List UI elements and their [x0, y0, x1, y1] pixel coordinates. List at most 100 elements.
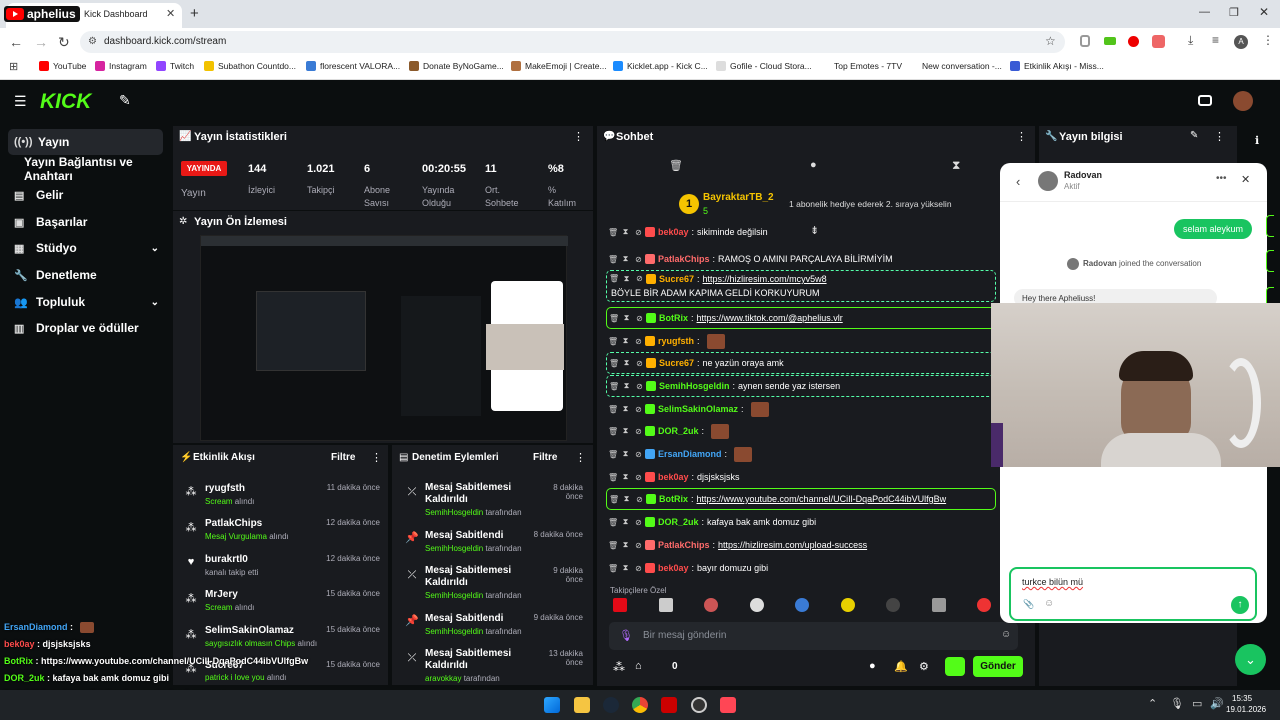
- delete-message-icon[interactable]: 🗑: [608, 337, 618, 346]
- chat-username[interactable]: SelimSakinOlamaz: [658, 404, 738, 414]
- treasure-icon[interactable]: ⌂: [635, 660, 642, 672]
- send-arrow-icon[interactable]: ↑: [1231, 596, 1249, 614]
- profile-avatar[interactable]: A: [1234, 35, 1248, 49]
- activity-user[interactable]: MrJery: [205, 589, 238, 600]
- chat-username[interactable]: BotRix: [659, 313, 688, 323]
- chat-username[interactable]: DOR_2uk: [658, 426, 699, 436]
- activity-user[interactable]: ryugfsth: [205, 483, 245, 494]
- timeout-icon[interactable]: ⧗: [621, 517, 630, 527]
- delete-message-icon[interactable]: 🗑: [609, 314, 619, 323]
- emote[interactable]: [840, 598, 855, 612]
- file-explorer-icon[interactable]: [574, 697, 590, 713]
- activity-menu-icon[interactable]: ⋮: [371, 451, 382, 464]
- delete-message-icon[interactable]: 🗑: [609, 359, 619, 368]
- ban-icon[interactable]: ⊘: [634, 450, 643, 459]
- mic-tray-icon[interactable]: 🎙: [1170, 697, 1184, 710]
- chat-link[interactable]: https://hizliresim.com/upload-success: [718, 540, 867, 550]
- chat-message[interactable]: 🗑 ⧗ ⊘ bek0ay: sikiminde değilsin: [606, 226, 996, 238]
- delete-message-icon[interactable]: 🗑: [608, 473, 618, 482]
- ban-icon[interactable]: ⊘: [635, 495, 644, 504]
- kick-logo[interactable]: KICK: [40, 90, 91, 114]
- chat-message[interactable]: 🗑 ⧗ ⊘ Sucre67: ne yazün oraya amk: [606, 352, 996, 374]
- stream-preview-video[interactable]: [200, 235, 568, 441]
- kick-bot-icon[interactable]: [945, 657, 965, 676]
- points-icon[interactable]: ⁂: [613, 660, 625, 674]
- messenger-toggle-button[interactable]: ⌄: [1235, 644, 1266, 675]
- chat-username[interactable]: Sucre67: [659, 274, 694, 284]
- studio-mode-icon[interactable]: [1198, 95, 1212, 106]
- ban-icon[interactable]: ⊘: [635, 314, 644, 323]
- extension-icon-2[interactable]: [1152, 35, 1165, 48]
- delete-message-icon[interactable]: 🗑: [608, 228, 618, 237]
- ban-icon[interactable]: ⊘: [634, 518, 643, 527]
- delete-message-icon[interactable]: 🗑: [608, 518, 618, 527]
- sidebar-item-studyo[interactable]: ▦ Stüdyo ⌄: [8, 235, 163, 261]
- minimize-icon[interactable]: —: [1199, 6, 1210, 18]
- emote[interactable]: [886, 598, 900, 612]
- timeout-icon[interactable]: ⧗: [621, 563, 630, 573]
- download-icon[interactable]: ⤓: [1188, 33, 1193, 48]
- bookmark-kicklet[interactable]: Kicklet.app - Kick C...: [613, 61, 708, 71]
- sidebar-item-topluluk[interactable]: 👥 Topluluk ⌄: [8, 289, 163, 315]
- modlog-filter-button[interactable]: Filtre: [533, 452, 557, 463]
- ban-icon[interactable]: ⊘: [634, 255, 643, 264]
- chat-username[interactable]: ErsanDiamond: [658, 449, 722, 459]
- chat-username[interactable]: bek0ay: [658, 472, 689, 482]
- chat-username[interactable]: ryugfsth: [658, 336, 694, 346]
- emote[interactable]: [704, 598, 718, 612]
- timeout-icon[interactable]: ⧗: [621, 404, 630, 414]
- bookmark-florescent[interactable]: florescent VALORA...: [306, 61, 400, 71]
- timeout-icon[interactable]: ⧗: [622, 313, 631, 323]
- chat-username[interactable]: DOR_2uk: [658, 517, 699, 527]
- more-icon[interactable]: •••: [1216, 173, 1227, 184]
- modlog-menu-icon[interactable]: ⋮: [575, 451, 586, 464]
- chat-message[interactable]: 🗑 ⧗ ⊘ PatlakChips: https://hizliresim.com/up…: [606, 534, 996, 556]
- timeout-icon[interactable]: ⧗: [621, 426, 630, 436]
- activity-user[interactable]: PatlakChips: [205, 518, 262, 529]
- streaminfo-menu-icon[interactable]: ⋮: [1214, 130, 1225, 143]
- chat-message[interactable]: 🗑 ⧗ ⊘ bek0ay: bayır domuzu gibi: [606, 557, 996, 579]
- emote[interactable]: [977, 598, 991, 612]
- info-icon[interactable]: ℹ: [1255, 134, 1259, 147]
- timeout-icon[interactable]: ⧗: [622, 381, 631, 391]
- chat-link[interactable]: https://hizliresim.com/mcyv5w8: [703, 274, 827, 284]
- bookmark-7tv[interactable]: Top Emotes - 7TV: [820, 61, 902, 71]
- ban-icon[interactable]: ⊘: [634, 541, 643, 550]
- shield-extension-icon[interactable]: [1080, 35, 1090, 47]
- emoji-icon[interactable]: ☺: [1001, 629, 1011, 640]
- extension-icon[interactable]: [1104, 37, 1116, 45]
- emoji-icon[interactable]: ☺: [1044, 598, 1054, 609]
- hamburger-menu-icon[interactable]: ☰: [14, 93, 27, 110]
- bookmark-etkinlik[interactable]: Etkinlik Akışı - Miss...: [1010, 61, 1104, 71]
- obs-icon[interactable]: [691, 697, 707, 713]
- apps-grid-icon[interactable]: ⊞: [9, 60, 18, 73]
- extensions-menu-icon[interactable]: ≡: [1212, 33, 1219, 47]
- activity-user[interactable]: SelimSakinOlamaz: [205, 625, 294, 636]
- chat-username[interactable]: Sucre67: [659, 358, 694, 368]
- sidebar-item-yayin[interactable]: ((•)) Yayın: [8, 129, 163, 155]
- chat-settings-bubble-icon[interactable]: ●: [869, 660, 876, 672]
- timeout-icon[interactable]: ⧗: [622, 274, 631, 284]
- chat-filter-icon[interactable]: ●: [810, 159, 817, 171]
- chat-message[interactable]: 🗑 ⧗ ⊘ DOR_2uk:: [606, 420, 996, 442]
- chat-username[interactable]: bek0ay: [658, 227, 689, 237]
- back-chevron-icon[interactable]: ‹: [1016, 174, 1020, 189]
- timeout-icon[interactable]: ⧗: [622, 494, 631, 504]
- emote[interactable]: [613, 598, 627, 612]
- delete-message-icon[interactable]: 🗑: [609, 495, 619, 504]
- chat-username[interactable]: SemihHosgeldin: [659, 381, 730, 391]
- delete-message-icon[interactable]: 🗑: [608, 450, 618, 459]
- message-input[interactable]: turkce bilün mü 📎 ☺ ↑: [1009, 567, 1257, 621]
- chevron-up-icon[interactable]: ⌃: [1148, 697, 1157, 710]
- timeout-icon[interactable]: ⧗: [621, 472, 630, 482]
- delete-message-icon[interactable]: 🗑: [609, 274, 619, 283]
- activity-filter-button[interactable]: Filtre: [331, 452, 355, 463]
- chat-username[interactable]: PatlakChips: [658, 540, 710, 550]
- bell-icon[interactable]: 🔔: [894, 660, 908, 673]
- mic-icon[interactable]: 🎙: [619, 629, 633, 642]
- timeout-icon[interactable]: ⧗: [622, 358, 631, 368]
- timeout-icon[interactable]: ⧗: [621, 227, 630, 237]
- chat-message[interactable]: 🗑 ⧗ ⊘ DOR_2uk: kafaya bak amk domuz gibi: [606, 511, 996, 533]
- chat-message[interactable]: 🗑 ⧗ ⊘ bek0ay: djsjsksjsks: [606, 466, 996, 488]
- bookmark-makeemoji[interactable]: MakeEmoji | Create...: [511, 61, 607, 71]
